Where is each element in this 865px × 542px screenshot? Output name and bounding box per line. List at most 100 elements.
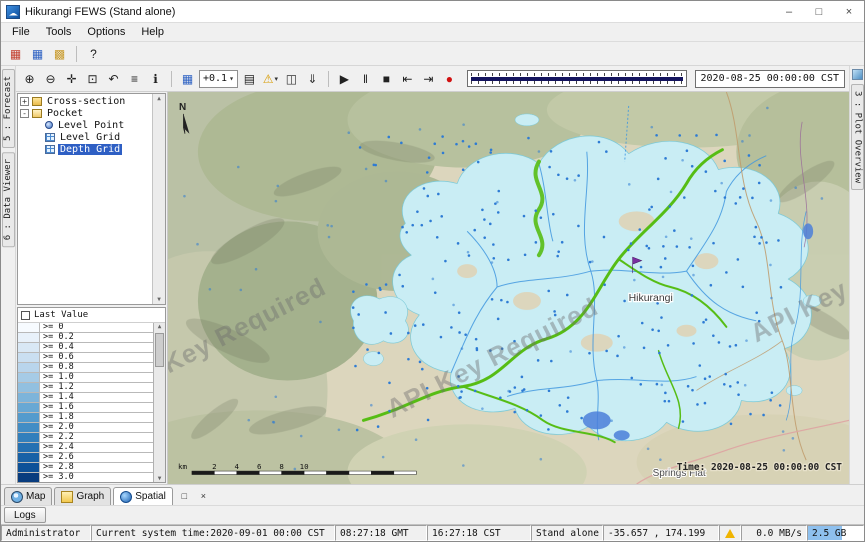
tree-node-label: Pocket — [45, 108, 85, 119]
menu-item-tools[interactable]: Tools — [38, 24, 80, 40]
scroll-up-icon[interactable]: ▲ — [157, 95, 161, 102]
logs-button[interactable]: Logs — [4, 507, 46, 523]
tab-graph[interactable]: Graph — [54, 487, 111, 505]
legend-row: >= 1.6 — [18, 403, 153, 413]
main-area: 5 : Forecast 6 : Data Viewer ⊕⊖✛⊡↶≡ℹ ▦+0.1… — [1, 66, 864, 484]
layers-icon[interactable]: ≡ — [125, 69, 144, 88]
tree-node-pocket[interactable]: - Pocket — [18, 107, 152, 119]
step-forward-button[interactable]: ⇥ — [419, 69, 438, 88]
tree-node-cross-section[interactable]: +Cross-section — [18, 95, 152, 107]
logs-row: Logs — [1, 505, 864, 524]
chevron-down-icon: ▾ — [229, 74, 234, 83]
time-slider[interactable] — [467, 70, 687, 87]
map-canvas[interactable]: API Key Required API Key Required API Ke… — [168, 92, 849, 484]
scroll-up-icon[interactable]: ▲ — [154, 323, 165, 330]
profile-icon[interactable]: ▤ — [240, 69, 259, 88]
grid-display-icon[interactable]: ▦ — [178, 69, 197, 88]
time-slider-ticks — [471, 73, 683, 76]
plot-overview-icon[interactable] — [852, 69, 863, 80]
status-coordinates: -35.657 , 174.199 — [603, 525, 719, 541]
legend-swatch — [18, 353, 40, 362]
save-display-icon[interactable]: ⇓ — [303, 69, 322, 88]
help-icon[interactable]: ? — [84, 44, 103, 63]
dock-tab-6-data-viewer[interactable]: 6 : Data Viewer — [2, 152, 15, 247]
tree-scrollbar[interactable]: ▲▼ — [152, 94, 165, 304]
legend-swatch — [18, 423, 40, 432]
legend-swatch — [18, 383, 40, 392]
legend-row: >= 2.0 — [18, 423, 153, 433]
grid-value-combo[interactable]: +0.1▾ — [199, 70, 238, 88]
svg-text:N: N — [179, 102, 186, 113]
zoom-previous-icon[interactable]: ↶ — [104, 69, 123, 88]
map-view[interactable]: API Key Required API Key Required API Ke… — [168, 92, 849, 484]
toolbar-separator — [171, 71, 172, 87]
legend-swatch — [18, 413, 40, 422]
tree-node-level-point[interactable]: Level Point — [18, 119, 152, 131]
layer-tree-rows: +Cross-section - PocketLevel PointLevel Gr… — [18, 94, 152, 304]
minimize-button[interactable]: – — [774, 1, 804, 22]
legend-table: >= 0>= 0.2>= 0.4>= 0.6>= 0.8>= 1.0>= 1.2… — [18, 323, 153, 482]
last-value-label: Last Value — [34, 310, 88, 320]
legend-value-label: >= 1.6 — [40, 403, 153, 412]
menu-item-file[interactable]: File — [4, 24, 38, 40]
legend-swatch — [18, 433, 40, 442]
thresholds-warning-icon[interactable]: ⚠▾ — [261, 69, 280, 88]
pan-icon[interactable]: ✛ — [62, 69, 81, 88]
pause-button[interactable]: ‖ — [356, 69, 375, 88]
warning-icon — [725, 529, 735, 538]
legend-swatch — [18, 363, 40, 372]
expander-icon[interactable]: - — [20, 109, 29, 118]
tab-label: Map — [26, 491, 45, 502]
map-display-icon[interactable]: ▩ — [50, 44, 69, 63]
legend-swatch — [18, 463, 40, 472]
tree-node-level-grid[interactable]: Level Grid — [18, 131, 152, 143]
zoom-in-icon[interactable]: ⊕ — [20, 69, 39, 88]
title-bar[interactable]: Hikurangi FEWS (Stand alone) –□× — [1, 1, 864, 23]
svg-text:4: 4 — [235, 462, 240, 471]
record-button[interactable]: ● — [440, 69, 459, 88]
status-warning[interactable] — [719, 525, 741, 541]
legend-scrollbar[interactable]: ▲ ▼ — [153, 323, 165, 482]
spatial-icon — [120, 491, 132, 503]
dock-tab-3-plot-overview[interactable]: 3 : Plot Overview — [851, 84, 864, 190]
step-backward-button[interactable]: ⇤ — [398, 69, 417, 88]
workspace: +Cross-section - PocketLevel PointLevel Gr… — [16, 92, 849, 484]
legend-value-label: >= 0.6 — [40, 353, 153, 362]
play-button[interactable]: ▶ — [335, 69, 354, 88]
legend-value-label: >= 1.2 — [40, 383, 153, 392]
zoom-out-icon[interactable]: ⊖ — [41, 69, 60, 88]
stop-button[interactable]: ■ — [377, 69, 396, 88]
scroll-thumb[interactable] — [155, 333, 164, 367]
legend-row: >= 2.2 — [18, 433, 153, 443]
toolbar-separator — [328, 71, 329, 87]
expander-icon[interactable]: + — [20, 97, 29, 106]
tab-map[interactable]: Map — [4, 487, 52, 505]
close-pane-button[interactable]: × — [196, 488, 211, 503]
info-icon[interactable]: ℹ — [146, 69, 165, 88]
scroll-down-icon[interactable]: ▼ — [157, 296, 161, 303]
float-pane-button[interactable]: □ — [177, 488, 192, 503]
close-button[interactable]: × — [834, 1, 864, 22]
tree-node-label: Level Grid — [58, 132, 122, 143]
last-value-checkbox[interactable] — [21, 311, 30, 320]
zoom-rectangle-icon[interactable]: ⊡ — [83, 69, 102, 88]
globe-icon — [11, 491, 23, 503]
toolbar-separator — [76, 46, 77, 62]
maximize-button[interactable]: □ — [804, 1, 834, 22]
svg-text:6: 6 — [257, 462, 262, 471]
legend-row: >= 2.8 — [18, 463, 153, 473]
dock-tab-5-forecast[interactable]: 5 : Forecast — [2, 69, 15, 148]
status-user: Administrator — [1, 525, 91, 541]
menu-item-options[interactable]: Options — [79, 24, 133, 40]
layer-tree: +Cross-section - PocketLevel PointLevel Gr… — [17, 93, 166, 305]
scroll-down-icon[interactable]: ▼ — [154, 475, 165, 482]
animation-export-icon[interactable]: ◫ — [282, 69, 301, 88]
tree-node-depth-grid[interactable]: Depth Grid — [18, 143, 152, 155]
database-view-icon[interactable]: ▦ — [28, 44, 47, 63]
status-bar: Administrator Current system time:2020-0… — [1, 524, 864, 541]
app-window: Hikurangi FEWS (Stand alone) –□× FileToo… — [0, 0, 865, 542]
menu-item-help[interactable]: Help — [133, 24, 172, 40]
tab-spatial[interactable]: Spatial — [113, 487, 173, 505]
import-data-icon[interactable]: ▦ — [6, 44, 25, 63]
legend-swatch — [18, 333, 40, 342]
